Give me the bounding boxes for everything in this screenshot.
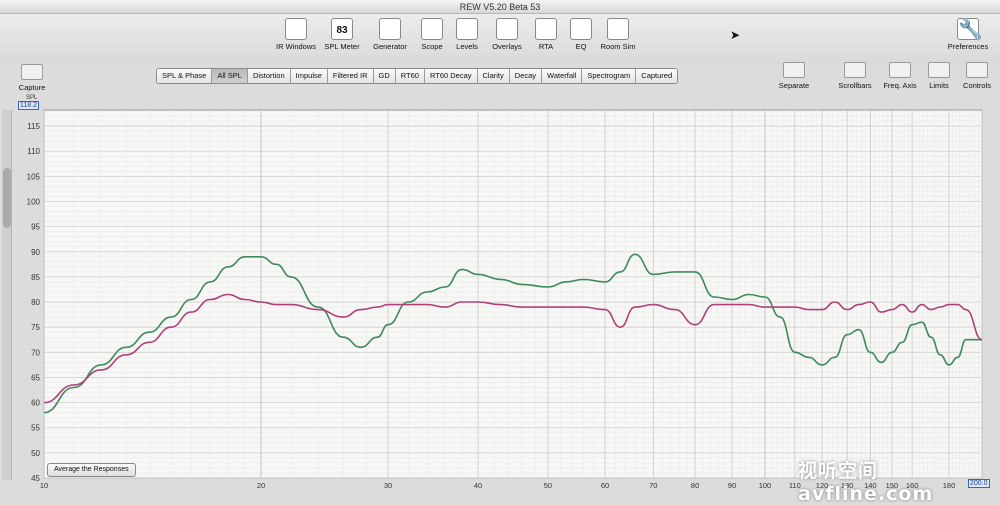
- x-tick-label: 20: [257, 481, 265, 490]
- y-tick-label: 90: [31, 248, 40, 257]
- rew-app-window: REW V5.20 Beta 53 IR Windows 83 SPL Mete…: [0, 0, 1000, 505]
- y-tick-label: 80: [31, 298, 40, 307]
- x-tick-label: 30: [384, 481, 392, 490]
- y-tick-label: 50: [31, 449, 40, 458]
- average-responses-button[interactable]: Average the Responses: [47, 463, 136, 477]
- x-tick-label: 70: [649, 481, 657, 490]
- y-tick-label: 65: [31, 373, 40, 382]
- y-tick-label: 70: [31, 348, 40, 357]
- spl-graph[interactable]: 455055606570758085909510010511011510 20 30…: [0, 0, 1000, 495]
- x-tick-label: 100: [759, 481, 772, 490]
- y-tick-label: 85: [31, 273, 40, 282]
- y-tick-label: 110: [27, 147, 40, 156]
- y-tick-label: 100: [27, 197, 41, 206]
- y-tick-label: 105: [27, 172, 41, 181]
- y-tick-label: 75: [31, 323, 40, 332]
- x-tick-label: 10: [40, 481, 48, 490]
- y-tick-label: 55: [31, 424, 40, 433]
- x-tick-label: 40: [474, 481, 482, 490]
- x-tick-label: 80: [691, 481, 699, 490]
- watermark-text: 视听空间 avfline.com: [798, 460, 934, 505]
- x-tick-label: 50: [544, 481, 552, 490]
- y-tick-label: 60: [31, 399, 40, 408]
- y-tick-label: 95: [31, 223, 40, 232]
- x-tick-label: 60: [601, 481, 609, 490]
- x-tick-label: 90: [728, 481, 736, 490]
- y-tick-label: 115: [27, 122, 40, 131]
